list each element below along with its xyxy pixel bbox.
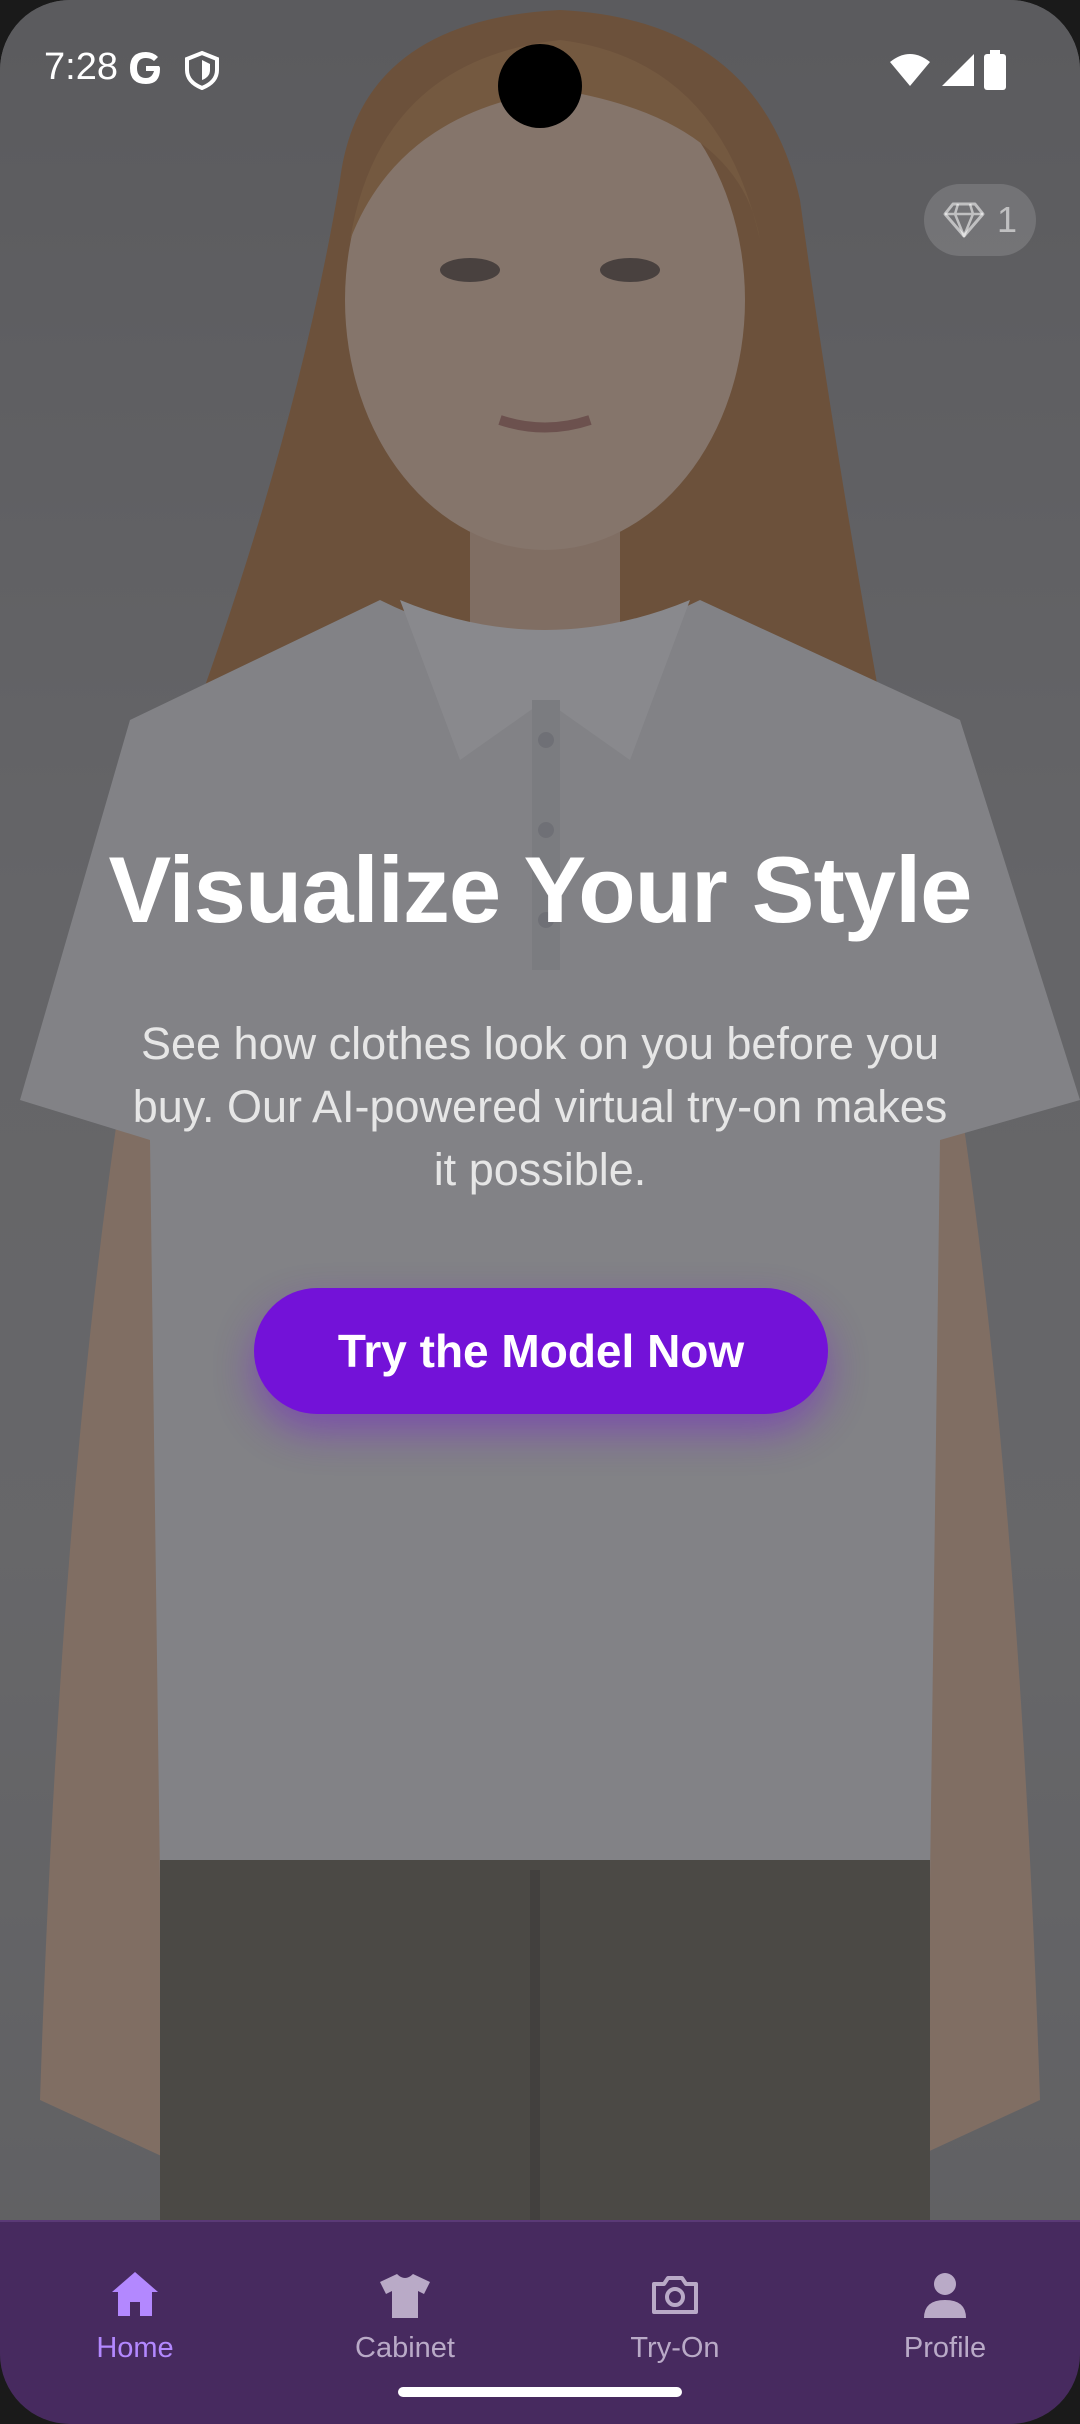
camera-icon bbox=[652, 2276, 698, 2314]
credits-badge[interactable]: 1 bbox=[924, 184, 1036, 256]
person-icon bbox=[924, 2273, 966, 2318]
nav-label-home: Home bbox=[96, 2332, 174, 2364]
shield-icon bbox=[185, 50, 219, 90]
battery-icon bbox=[984, 50, 1006, 90]
home-icon bbox=[112, 2272, 158, 2316]
app-screen: 7:28 1 Visualize Your Style See how clot… bbox=[0, 0, 1080, 2424]
signal-icon bbox=[942, 54, 974, 86]
wifi-icon bbox=[890, 54, 930, 86]
nav-label-try-on: Try-On bbox=[630, 2332, 720, 2364]
hero-subtitle: See how clothes look on you before you b… bbox=[132, 1018, 948, 1195]
gesture-handle[interactable] bbox=[398, 2387, 682, 2397]
credits-count: 1 bbox=[996, 199, 1018, 240]
status-bar: 7:28 bbox=[0, 0, 1080, 140]
diamond-icon bbox=[943, 202, 985, 238]
shirt-icon bbox=[380, 2274, 430, 2318]
hero-title: Visualize Your Style bbox=[108, 837, 973, 942]
nav-label-cabinet: Cabinet bbox=[355, 2332, 455, 2364]
nav-item-profile[interactable]: Profile bbox=[810, 2222, 1080, 2424]
status-time: 7:28 bbox=[44, 46, 118, 88]
nav-item-home[interactable]: Home bbox=[0, 2222, 270, 2424]
camera-cutout bbox=[498, 44, 582, 128]
nav-label-profile: Profile bbox=[903, 2332, 987, 2364]
google-icon bbox=[130, 52, 160, 84]
try-model-button[interactable]: Try the Model Now bbox=[254, 1288, 828, 1414]
